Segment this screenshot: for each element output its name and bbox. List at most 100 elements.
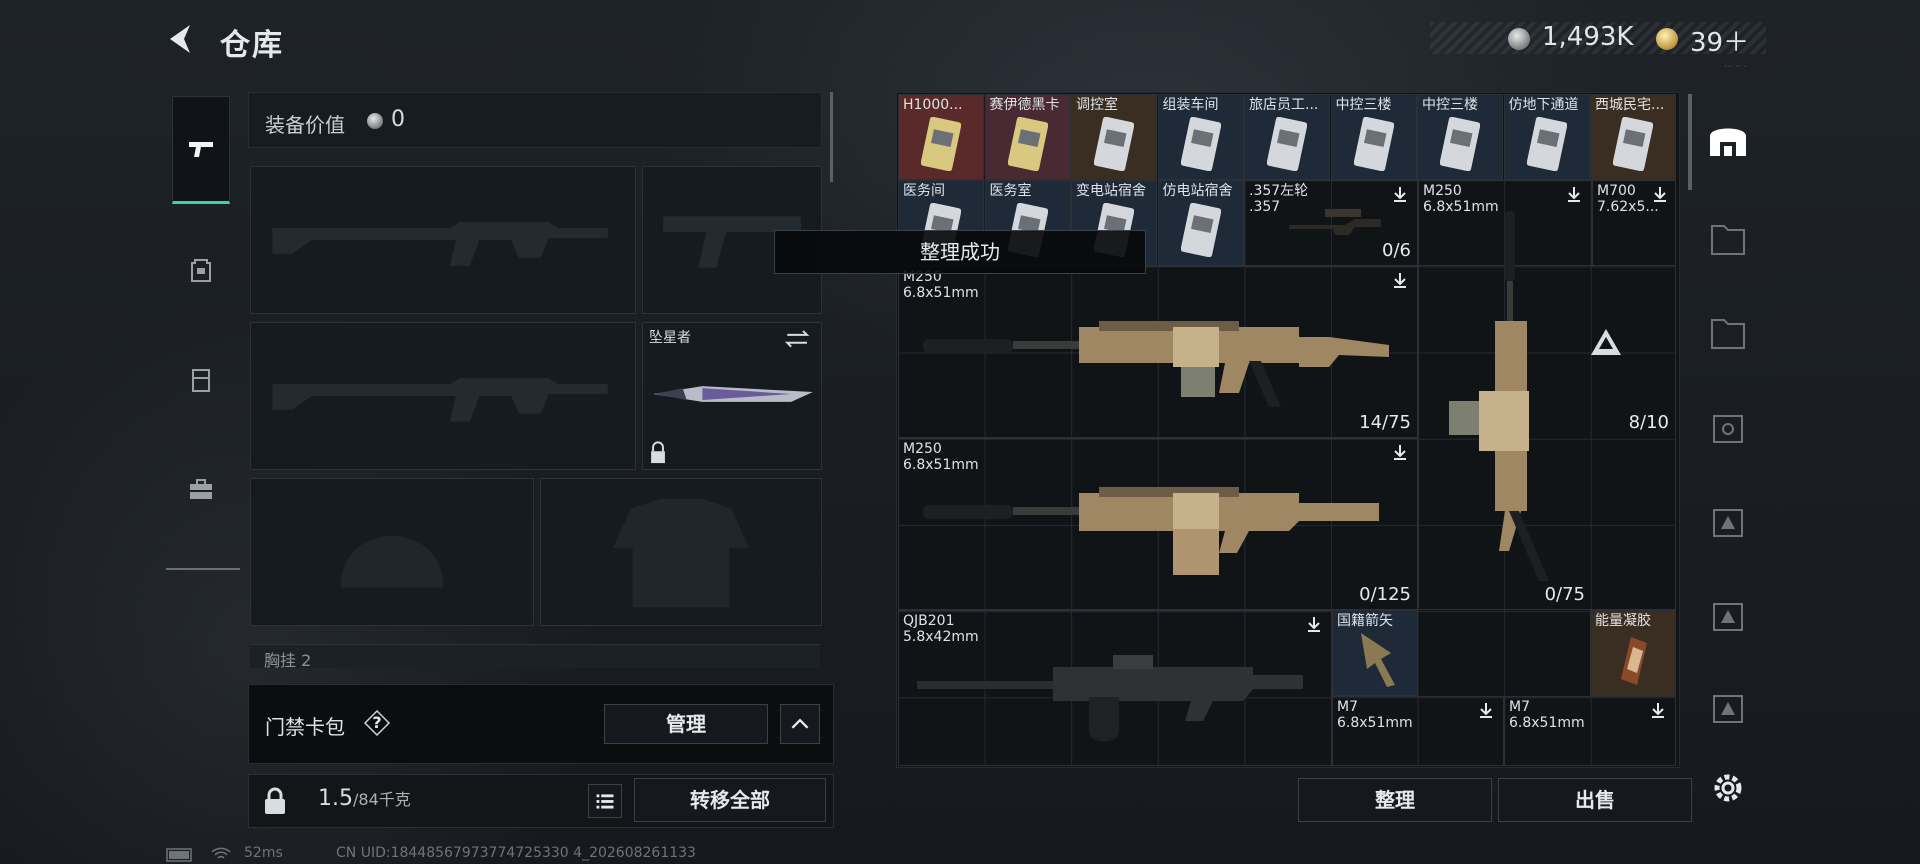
chest-rig-slot[interactable]: 胸挂 2 [250,644,820,670]
item-name: M7 [1509,699,1530,715]
settings-button[interactable] [1702,762,1754,814]
toast-notification: 整理成功 [774,230,1146,274]
keycard-icon [1440,117,1480,171]
nav-armor[interactable] [172,216,230,324]
item-arrow[interactable]: 国籍箭矢 [1332,610,1418,696]
keycard-icon [1353,117,1394,171]
keycard-item[interactable]: 中控三楼 [1417,94,1503,180]
category-nav [166,88,240,570]
body-armor-slot[interactable] [540,478,822,626]
list-view-button[interactable] [588,784,622,818]
gold-balance[interactable]: 39＋ [1690,22,1749,59]
keycard-item[interactable]: 调控室 [1071,94,1157,180]
rifle-silhouette-icon [272,378,608,422]
collapse-button[interactable] [780,704,820,744]
sort-button[interactable]: 整理 [1298,778,1492,822]
item-m250-b[interactable]: M250 6.8x51mm 0/125 [898,438,1418,610]
ammo-count-2: 0/75 [1544,584,1585,605]
lock-icon[interactable] [262,786,288,816]
storage-scrollbar[interactable] [1688,94,1692,190]
triangle-icon [1591,329,1621,355]
item-m7-a[interactable]: M7 6.8x51mm [1332,696,1504,766]
loadout-scrollbar[interactable] [830,92,833,182]
machine-gun-vertical-icon [1449,211,1549,581]
nav-items[interactable] [172,436,230,544]
keycard-icon [1526,117,1567,171]
keycard-item[interactable]: H1000... [898,94,984,180]
briefcase-icon [190,479,212,499]
tab-all-storage[interactable] [1702,116,1754,168]
secondary-weapon-slot[interactable] [250,322,636,470]
keycard-icon [1267,117,1307,171]
item-m7-b[interactable]: M7 6.8x51mm [1504,696,1676,766]
ammo-count: 14/75 [1359,412,1411,433]
keycard-icon [1180,117,1221,171]
download-icon [1652,703,1664,718]
equip-value-label: 装备价值 [265,113,345,137]
rifle-silhouette-icon [272,222,608,266]
box-icon [1713,415,1743,443]
primary-weapon-slot[interactable] [250,166,636,314]
tab-storage-4[interactable] [1702,214,1754,266]
ping-readout: 52ms [244,845,283,861]
keycard-item[interactable]: 组装车间 [1157,94,1244,180]
sell-button[interactable]: 出售 [1498,778,1692,822]
download-icon [1308,617,1320,632]
item-m250-a[interactable]: M250 6.8x51mm 14/75 [898,266,1418,438]
nav-gear[interactable] [172,326,230,434]
tab-storage-6[interactable] [1702,402,1754,454]
item-name: M250 [903,441,942,457]
machine-gun-icon [923,487,1379,575]
armor-silhouette-icon [612,498,750,608]
keycard-icon [1180,203,1221,257]
silver-coin-icon [1508,28,1530,50]
keycard-item[interactable]: 旅店员工... [1244,94,1330,180]
folder-icon [1711,225,1745,255]
keycard-name: 旅店员工... [1249,97,1319,113]
chest-rig-label: 胸挂 2 [264,651,312,670]
nav-weapons[interactable] [172,96,230,204]
keycard-icon [1094,117,1134,171]
arrowhead-icon [1361,633,1395,687]
item-m250-vertical[interactable]: 8/10 0/75 [1418,180,1676,610]
tab-storage-8[interactable] [1702,590,1754,642]
keycard-icon [1007,117,1048,171]
item-name: 国籍箭矢 [1337,613,1393,629]
gear-icon [1714,774,1742,802]
weight-readout: 1.5/84千克 [318,786,411,811]
help-icon[interactable]: ? [363,709,391,737]
equip-value-header: 装备价值 0 [248,92,822,148]
tab-storage-5[interactable] [1702,308,1754,360]
item-qjb201[interactable]: QJB201 5.8x42mm [898,610,1332,766]
item-name: M7 [1337,699,1358,715]
machine-gun-icon [923,321,1389,407]
battery-icon [166,848,192,862]
machine-gun-black-icon [917,655,1303,742]
transfer-all-button[interactable]: 转移全部 [634,778,826,822]
helmet-slot[interactable] [250,478,534,626]
help-glyph: ? [372,713,382,732]
item-ammo: 6.8x51mm [1337,715,1413,731]
page-title: 仓库 [220,28,284,63]
keycard-item[interactable]: 西城民宅... [1590,94,1676,180]
weight-value: 1.5 [318,786,353,811]
download-icon [1480,703,1492,718]
melee-slot[interactable]: 坠星者 [642,322,822,470]
manage-button[interactable]: 管理 [604,704,768,744]
download-icon [1394,445,1406,460]
helmet-silhouette-icon [340,535,444,588]
tab-storage-9[interactable] [1702,682,1754,734]
keycard-name: 中控三楼 [1335,97,1392,113]
keycard-item[interactable]: 仿地下通道 [1503,94,1590,180]
back-arrow-icon[interactable] [166,22,196,56]
item-name: 能量凝胶 [1595,613,1651,629]
tab-storage-7[interactable] [1702,496,1754,548]
keycard-item[interactable]: 仿电站宿舍 [1157,180,1244,266]
keycard-item[interactable]: 赛伊德黑卡 [984,94,1071,180]
silver-balance: 1,493K [1542,22,1634,52]
item-revolver[interactable]: .357左轮 .357 0/6 [1244,180,1418,266]
keycard-item[interactable]: 中控三楼 [1330,94,1417,180]
keycard-icon [921,117,961,171]
folder-icon [1711,319,1745,349]
item-energy-gel[interactable]: 能量凝胶 [1590,610,1676,696]
